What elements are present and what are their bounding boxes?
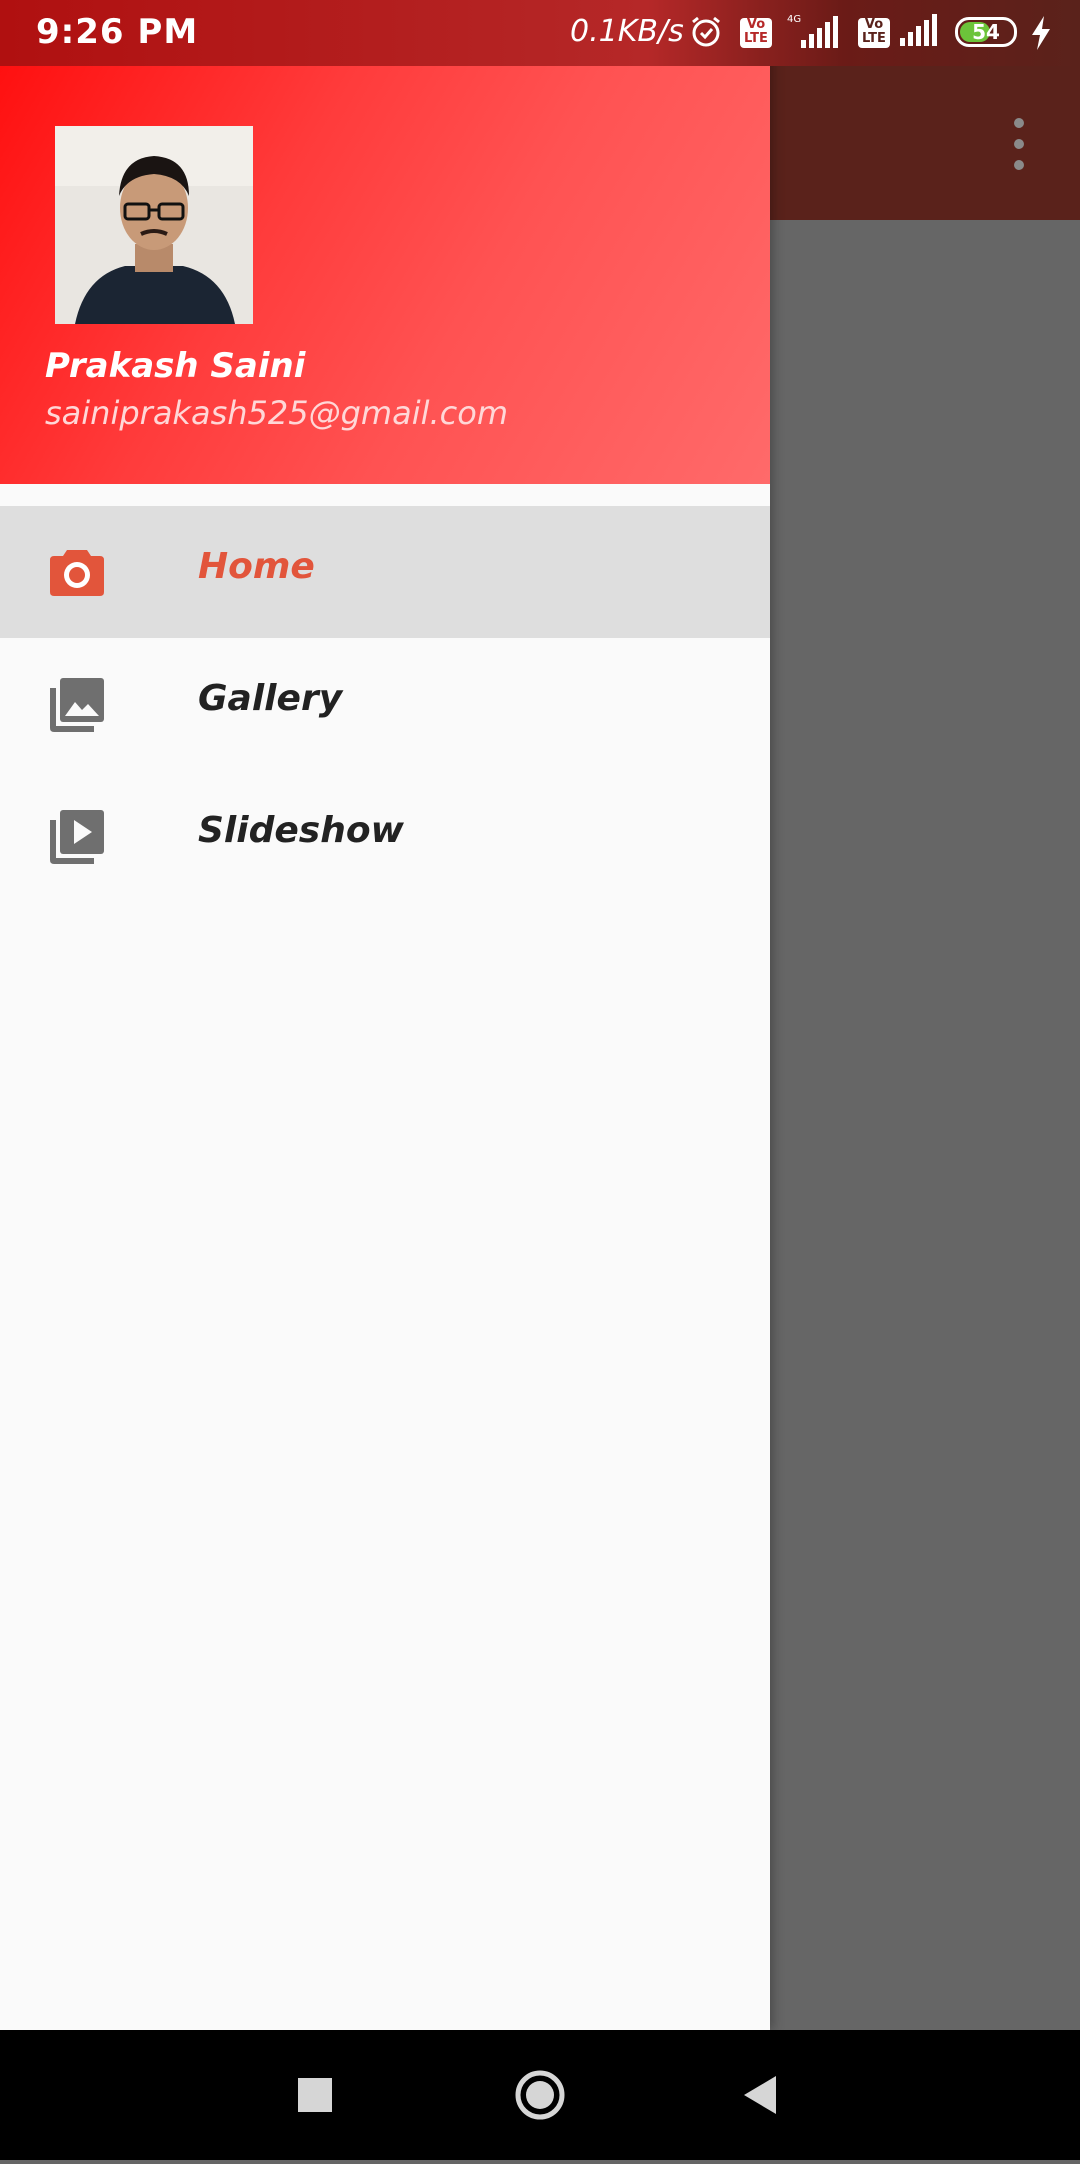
drawer-item-slideshow[interactable]: Slideshow	[0, 770, 770, 902]
signal-icon	[898, 14, 940, 48]
alarm-icon	[690, 16, 722, 48]
camera-icon	[48, 544, 106, 602]
drawer-item-label: Slideshow	[198, 810, 404, 851]
gallery-icon	[48, 676, 106, 734]
battery-level: 54	[972, 20, 1000, 44]
volte-icon: Vo LTE	[740, 18, 772, 48]
user-email: sainiprakash525@gmail.com	[45, 394, 508, 432]
drawer-item-label: Gallery	[198, 678, 343, 719]
svg-text:4G: 4G	[787, 14, 801, 25]
slideshow-icon	[48, 808, 106, 866]
user-name: Prakash Saini	[45, 346, 306, 386]
volte-icon: Vo LTE	[858, 18, 890, 48]
system-nav-bar	[0, 2030, 1080, 2160]
more-vert-icon[interactable]	[1005, 118, 1033, 170]
drawer-item-gallery[interactable]: Gallery	[0, 638, 770, 770]
network-speed: 0.1KB/s	[570, 14, 684, 49]
navigation-drawer: Prakash Saini sainiprakash525@gmail.com …	[0, 0, 770, 2030]
status-bar: 9:26 PM 0.1KB/s Vo LTE 4G Vo LTE 54	[0, 0, 1080, 66]
home-icon[interactable]	[480, 2030, 600, 2160]
drawer-menu: Home Gallery Slideshow	[0, 506, 770, 902]
drawer-header: Prakash Saini sainiprakash525@gmail.com	[0, 66, 770, 484]
drawer-item-label: Home	[198, 546, 315, 587]
back-icon[interactable]	[700, 2030, 820, 2160]
status-time: 9:26 PM	[36, 12, 199, 52]
battery-icon: 54	[955, 17, 1017, 47]
charging-icon	[1030, 16, 1052, 50]
signal-icon: 4G	[785, 12, 845, 50]
drawer-item-home[interactable]: Home	[0, 506, 770, 638]
recents-icon[interactable]	[255, 2030, 375, 2160]
avatar	[55, 126, 253, 324]
